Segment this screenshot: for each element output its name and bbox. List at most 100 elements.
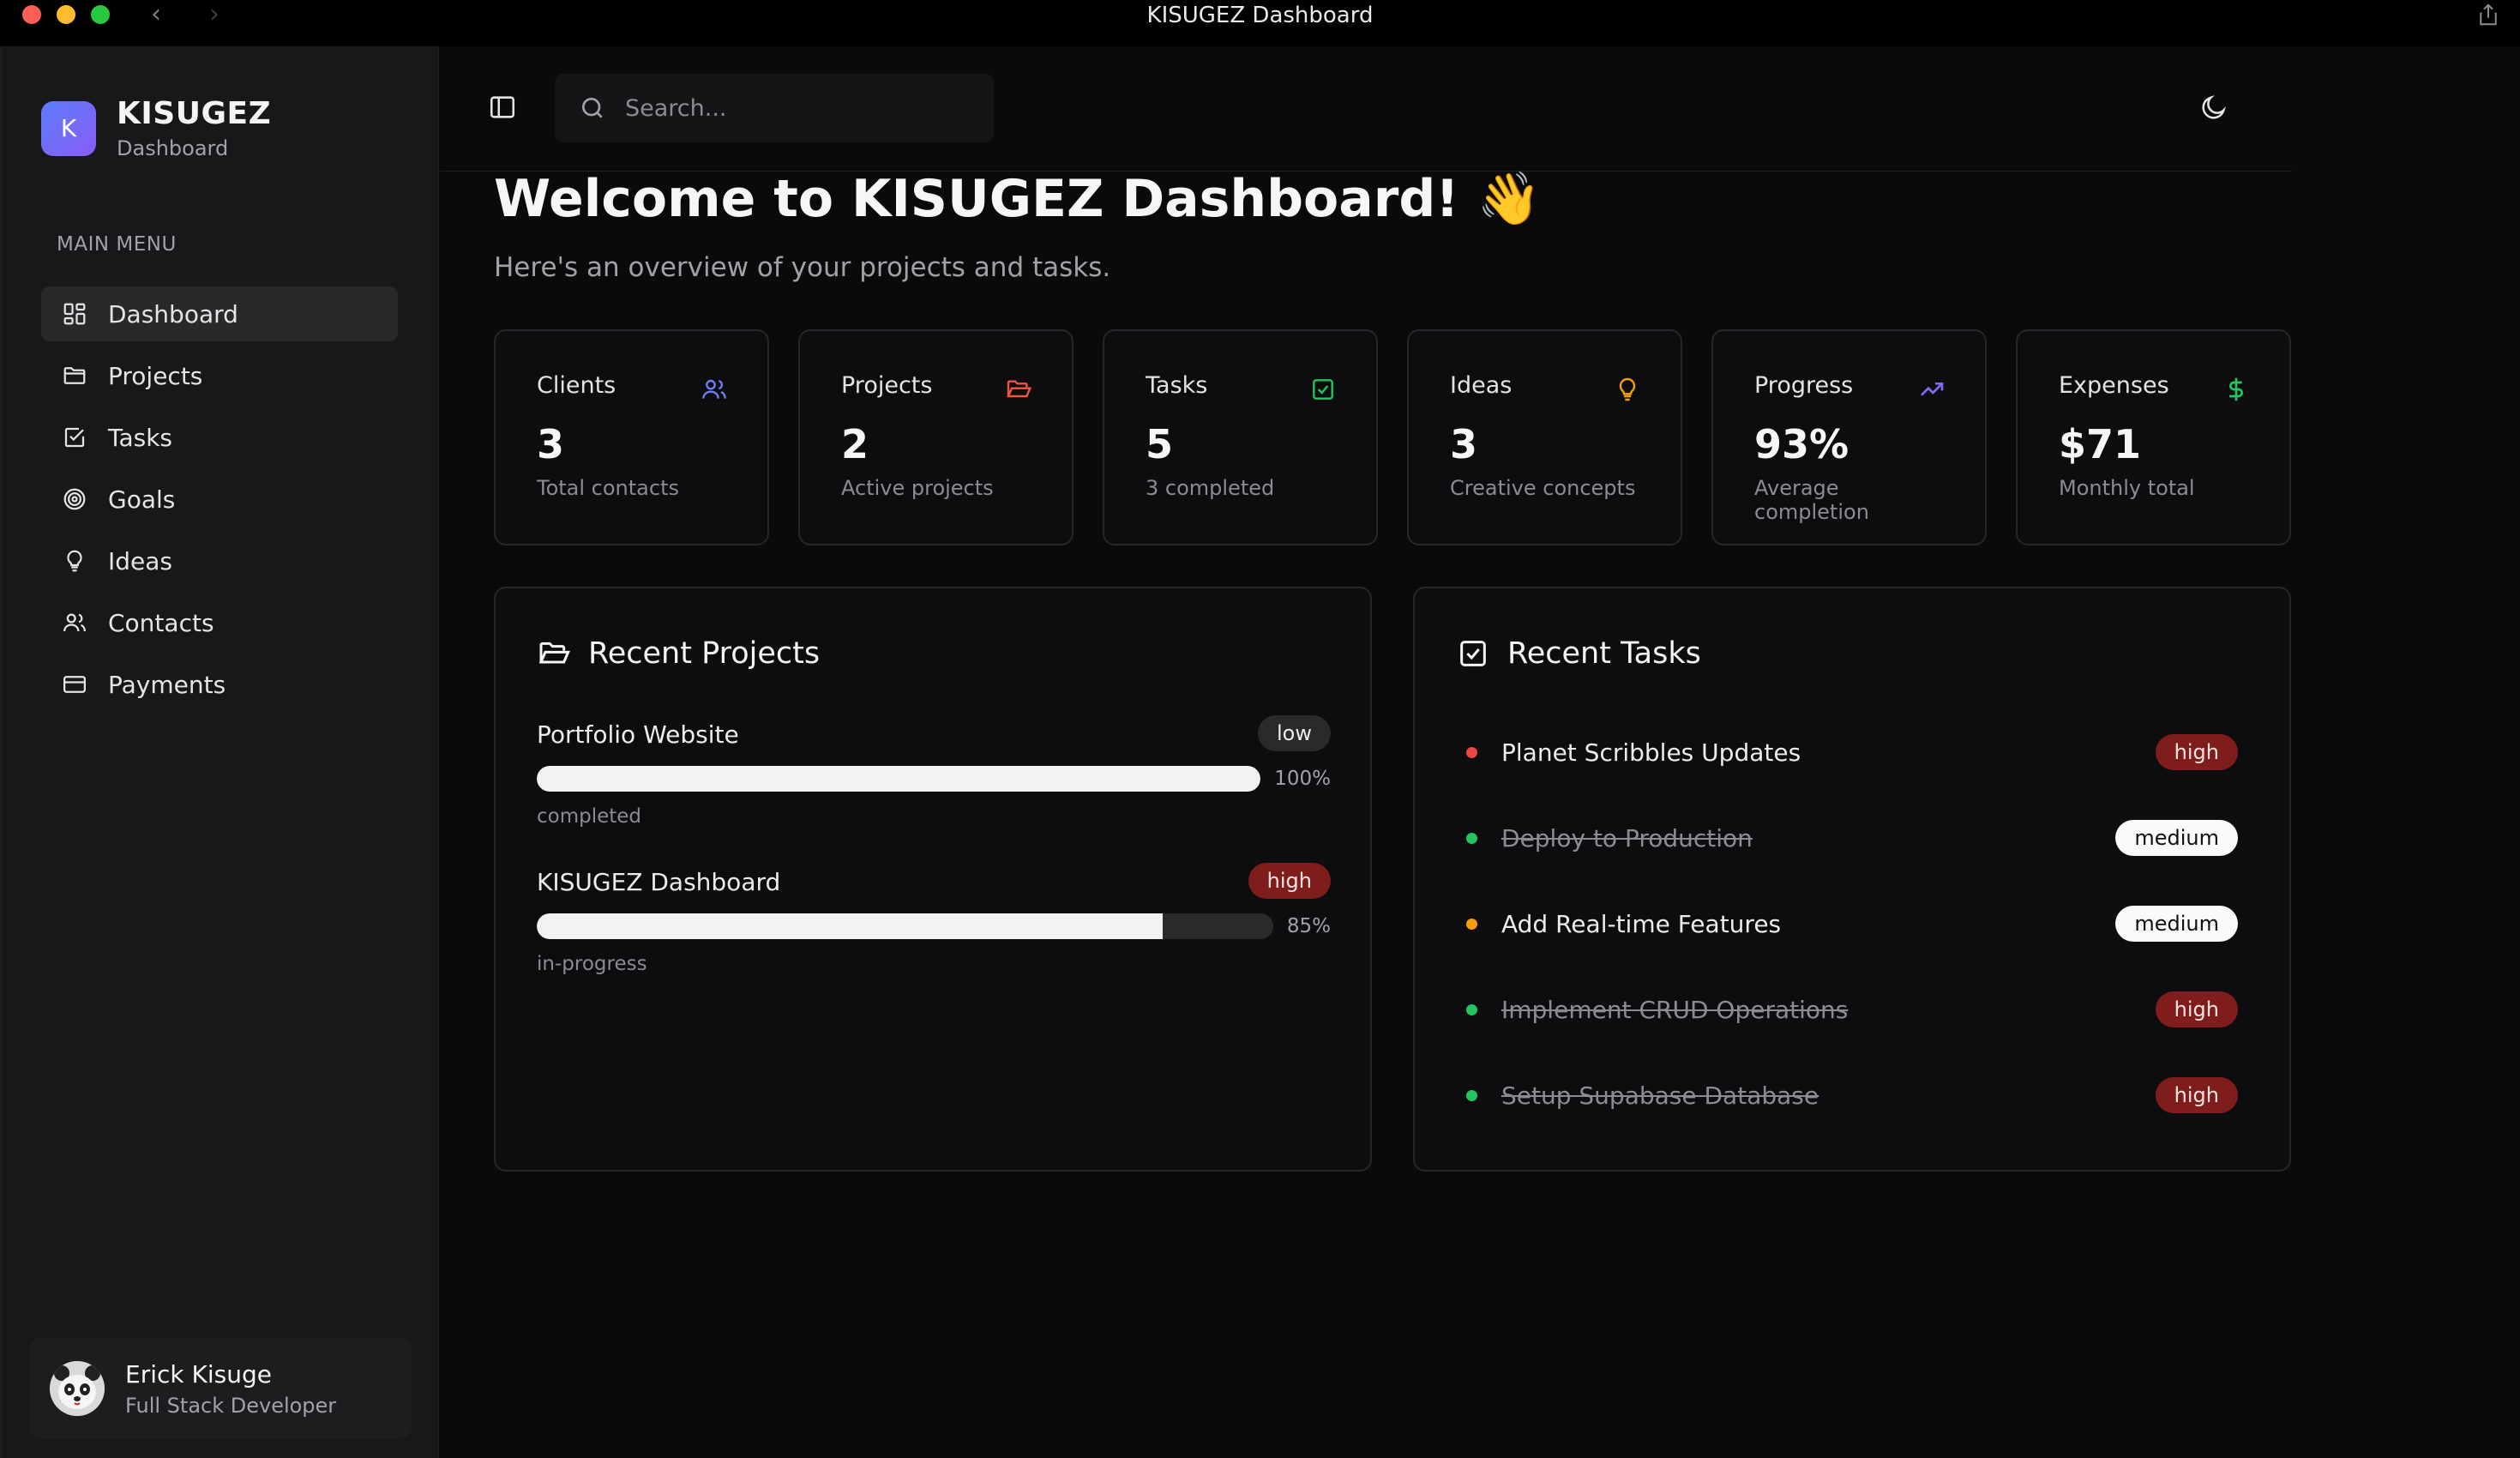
sidebar-item-label: Payments (108, 670, 226, 699)
priority-badge: medium (2115, 820, 2238, 856)
task-status-dot (1466, 746, 1477, 758)
progress-percent: 100% (1274, 768, 1331, 790)
users-icon (63, 613, 86, 632)
sidebar-item-label: Projects (108, 361, 203, 390)
stat-card-progress[interactable]: Progress 93% Average completion (1711, 329, 1987, 545)
task-item[interactable]: Setup Supabase Database high (1466, 1074, 2238, 1117)
project-status: completed (537, 805, 642, 828)
search-box[interactable] (555, 74, 994, 142)
folder-open-icon (1007, 380, 1032, 398)
task-status-dot (1466, 1089, 1477, 1101)
stat-value: $71 (2059, 421, 2142, 467)
user-profile-card[interactable]: Erick Kisuge Full Stack Developer (29, 1338, 412, 1439)
sidebar: K KISUGEZ Dashboard MAIN MENU Dashboard … (0, 46, 439, 1458)
stat-description: Total contacts (537, 476, 679, 500)
task-label: Deploy to Production (1501, 823, 1753, 853)
progress-bar (537, 913, 1273, 939)
sidebar-item-dashboard[interactable]: Dashboard (41, 286, 398, 341)
brand-logo: K (41, 100, 96, 156)
stat-value: 5 (1146, 421, 1174, 467)
project-name: Portfolio Website (537, 720, 739, 749)
stat-value: 2 (841, 421, 869, 467)
stat-title: Clients (537, 372, 616, 399)
project-status: in-progress (537, 953, 647, 975)
stat-value: 3 (537, 421, 565, 467)
share-icon[interactable] (2475, 2, 2501, 27)
progress-fill (537, 913, 1164, 939)
sidebar-toggle-icon[interactable] (488, 93, 517, 122)
user-role: Full Stack Developer (125, 1393, 337, 1418)
priority-badge: high (2155, 734, 2238, 770)
progress-bar (537, 766, 1261, 792)
brand-subtitle: Dashboard (117, 136, 229, 160)
stat-title: Expenses (2059, 372, 2169, 399)
users-icon (702, 379, 726, 399)
sidebar-item-label: Ideas (108, 546, 173, 575)
task-label: Implement CRUD Operations (1501, 995, 1849, 1024)
sidebar-item-tasks[interactable]: Tasks (41, 410, 398, 465)
sidebar-item-contacts[interactable]: Contacts (41, 595, 398, 650)
recent-projects-panel: Recent Projects Portfolio Website low 10… (494, 587, 1372, 1172)
sidebar-item-projects[interactable]: Projects (41, 348, 398, 403)
project-item[interactable]: KISUGEZ Dashboard high 85% in-progress (537, 863, 1331, 975)
stat-card-tasks[interactable]: Tasks 5 3 completed (1103, 329, 1378, 545)
stat-value: 3 (1450, 421, 1478, 467)
panel-title: Recent Projects (588, 636, 821, 671)
page-title: Welcome to KISUGEZ Dashboard! 👋 (494, 169, 1542, 229)
priority-badge: medium (2115, 906, 2238, 942)
sidebar-item-ideas[interactable]: Ideas (41, 533, 398, 588)
task-label: Setup Supabase Database (1501, 1081, 1819, 1110)
priority-badge: high (2155, 991, 2238, 1027)
stat-value: 93% (1754, 421, 1849, 467)
sidebar-item-goals[interactable]: Goals (41, 472, 398, 527)
checkbox-icon (1313, 379, 1333, 400)
stat-description: Active projects (841, 476, 994, 500)
checkbox-icon (64, 427, 85, 448)
panel-title: Recent Tasks (1507, 636, 1701, 671)
stat-description: Creative concepts (1450, 476, 1636, 500)
moon-icon[interactable] (2199, 93, 2228, 122)
project-item[interactable]: Portfolio Website low 100% completed (537, 715, 1331, 828)
credit-card-icon (63, 676, 86, 693)
stat-card-projects[interactable]: Projects 2 Active projects (798, 329, 1074, 545)
stats-row: Clients 3 Total contacts Projects 2 Acti… (494, 329, 2291, 545)
sidebar-item-label: Tasks (108, 423, 173, 452)
sidebar-item-label: Goals (108, 485, 176, 514)
sidebar-item-payments[interactable]: Payments (41, 657, 398, 712)
avatar (50, 1361, 105, 1416)
folder-open-icon (538, 642, 570, 664)
brand-name: KISUGEZ (117, 96, 272, 131)
stat-title: Projects (841, 372, 933, 399)
user-name: Erick Kisuge (125, 1359, 272, 1389)
task-label: Add Real-time Features (1501, 909, 1782, 938)
task-item[interactable]: Deploy to Production medium (1466, 816, 2238, 859)
task-item[interactable]: Planet Scribbles Updates high (1466, 731, 2238, 774)
project-name: KISUGEZ Dashboard (537, 868, 781, 896)
top-bar (440, 46, 2292, 172)
page-subtitle: Here's an overview of your projects and … (494, 252, 1111, 283)
stat-description: 3 completed (1146, 476, 1275, 500)
search-input[interactable] (625, 94, 951, 122)
task-label: Planet Scribbles Updates (1501, 738, 1801, 767)
progress-percent: 85% (1286, 915, 1331, 937)
task-item[interactable]: Implement CRUD Operations high (1466, 988, 2238, 1031)
stat-title: Progress (1754, 372, 1854, 399)
sidebar-item-label: Contacts (108, 608, 214, 637)
grid-icon (63, 303, 86, 325)
sidebar-item-label: Dashboard (108, 299, 238, 328)
task-status-dot (1466, 918, 1477, 930)
task-item[interactable]: Add Real-time Features medium (1466, 902, 2238, 945)
stat-card-ideas[interactable]: Ideas 3 Creative concepts (1407, 329, 1682, 545)
menu-heading: MAIN MENU (57, 233, 177, 256)
stat-card-expenses[interactable]: Expenses $71 Monthly total (2016, 329, 2291, 545)
stat-title: Tasks (1146, 372, 1208, 399)
brand[interactable]: K KISUGEZ Dashboard (41, 96, 271, 160)
search-icon (582, 98, 603, 118)
trending-up-icon (1921, 383, 1944, 396)
priority-badge: high (1248, 863, 1331, 899)
progress-fill (537, 766, 1261, 792)
target-icon (63, 488, 86, 510)
window-title: KISUGEZ Dashboard (1146, 3, 1374, 28)
lightbulb-icon (1619, 377, 1636, 401)
stat-card-clients[interactable]: Clients 3 Total contacts (494, 329, 769, 545)
